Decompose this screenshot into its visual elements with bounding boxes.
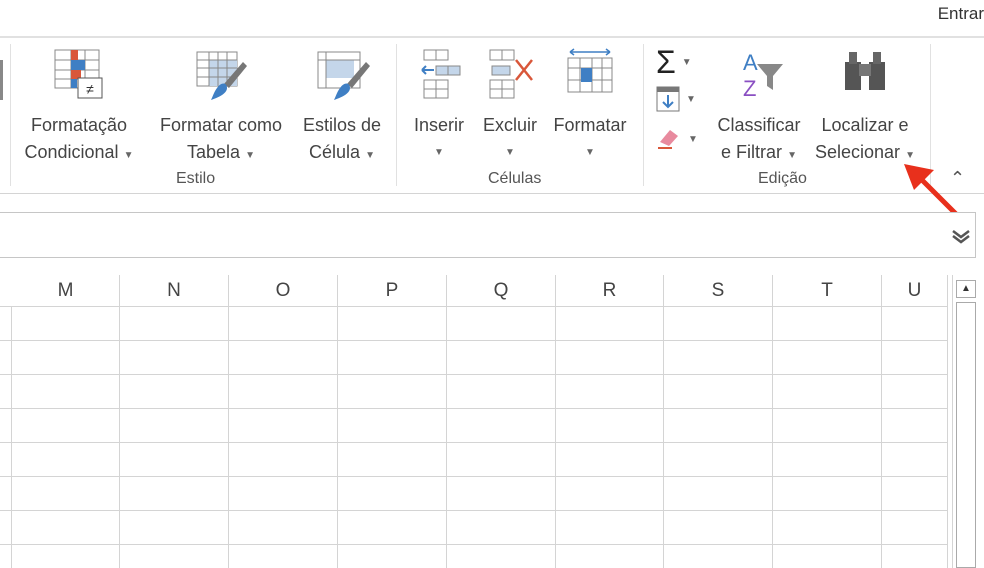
column-header-o[interactable]: O bbox=[229, 275, 338, 307]
group-separator bbox=[10, 44, 11, 186]
clear-button[interactable]: ▼ bbox=[656, 128, 698, 150]
svg-text:A: A bbox=[743, 50, 758, 75]
dropdown-caret-icon: ▼ bbox=[681, 57, 692, 68]
format-cells-icon bbox=[567, 48, 613, 93]
grid-column-line bbox=[11, 306, 12, 568]
insert-cells-icon bbox=[421, 49, 461, 99]
insert-cells-button[interactable]: Inserir ▼ bbox=[406, 48, 472, 166]
grid-row-line bbox=[0, 306, 948, 307]
button-label: e Filtrar bbox=[721, 142, 783, 162]
fill-button[interactable]: ▼ bbox=[656, 86, 696, 112]
expand-formula-bar-icon[interactable] bbox=[950, 228, 972, 244]
conditional-formatting-button[interactable]: ≠ Formatação Condicional ▼ bbox=[16, 48, 142, 169]
button-label: Inserir bbox=[413, 115, 464, 135]
find-select-icon bbox=[845, 52, 885, 90]
column-header-m[interactable]: M bbox=[12, 275, 120, 307]
format-as-table-button[interactable]: Formatar como Tabela ▼ bbox=[150, 48, 292, 169]
column-header-s[interactable]: S bbox=[664, 275, 773, 307]
column-header-p[interactable]: P bbox=[338, 275, 447, 307]
grid-row-line bbox=[0, 408, 948, 409]
clear-icon bbox=[658, 130, 678, 149]
cell-styles-button[interactable]: Estilos de Célula ▼ bbox=[296, 48, 388, 169]
grid-column-line bbox=[772, 306, 773, 568]
delete-cells-icon bbox=[489, 49, 533, 99]
dropdown-caret-icon: ▼ bbox=[585, 147, 595, 158]
dropdown-caret-icon: ▼ bbox=[505, 147, 515, 158]
button-label: Estilos de bbox=[302, 115, 382, 135]
button-label: Classificar bbox=[717, 115, 801, 135]
button-label: Condicional bbox=[24, 142, 119, 162]
button-label: Tabela bbox=[187, 142, 241, 162]
group-label-edicao: Edição bbox=[758, 170, 807, 187]
scrollbar-thumb[interactable] bbox=[956, 302, 976, 568]
grid-row-line bbox=[0, 476, 948, 477]
dropdown-caret-icon: ▼ bbox=[688, 133, 698, 145]
grid-column-line bbox=[337, 306, 338, 568]
column-header-n[interactable]: N bbox=[120, 275, 229, 307]
column-header-t[interactable]: T bbox=[773, 275, 882, 307]
group-separator bbox=[643, 44, 644, 186]
format-cells-button[interactable]: Formatar ▼ bbox=[546, 48, 634, 166]
sort-filter-button[interactable]: AZ Classificar e Filtrar ▼ bbox=[710, 48, 808, 169]
autosum-icon: Σ bbox=[656, 44, 676, 80]
cell-styles-icon bbox=[317, 51, 370, 100]
grid-row-line bbox=[0, 374, 948, 375]
dropdown-caret-icon: ▼ bbox=[365, 150, 375, 161]
group-label-estilo: Estilo bbox=[176, 170, 216, 187]
grid-column-line bbox=[446, 306, 447, 568]
dropdown-caret-icon: ▼ bbox=[686, 93, 696, 105]
autosum-button[interactable]: Σ ▼ bbox=[656, 44, 692, 81]
fill-icon bbox=[656, 86, 680, 112]
cell-grid[interactable] bbox=[0, 306, 948, 568]
dropdown-caret-icon: ▼ bbox=[434, 147, 444, 158]
button-label: Formatar bbox=[553, 115, 627, 135]
dropdown-caret-icon: ▼ bbox=[245, 150, 255, 161]
sign-in-link[interactable]: Entrar bbox=[938, 4, 984, 24]
button-label: Excluir bbox=[482, 115, 537, 135]
button-label: Formatação bbox=[30, 115, 128, 135]
sort-filter-icon: AZ bbox=[743, 50, 783, 101]
formula-bar-input[interactable] bbox=[0, 212, 976, 258]
grid-column-line bbox=[228, 306, 229, 568]
group-separator bbox=[396, 44, 397, 186]
button-label: Formatar como bbox=[159, 115, 283, 135]
scroll-up-icon[interactable]: ▲ bbox=[956, 280, 976, 298]
button-label: Localizar e bbox=[821, 115, 909, 135]
delete-cells-button[interactable]: Excluir ▼ bbox=[478, 48, 542, 166]
grid-column-line bbox=[881, 306, 882, 568]
grid-column-line bbox=[663, 306, 664, 568]
dropdown-caret-icon: ▼ bbox=[123, 150, 134, 161]
column-header-r[interactable]: R bbox=[556, 275, 664, 307]
button-label: Célula bbox=[309, 142, 361, 162]
group-label-celulas: Células bbox=[488, 170, 542, 187]
button-label: Selecionar bbox=[815, 142, 901, 162]
column-header-q[interactable]: Q bbox=[447, 275, 556, 307]
svg-text:≠: ≠ bbox=[86, 81, 94, 97]
find-select-button[interactable]: Localizar e Selecionar ▼ bbox=[810, 48, 920, 169]
column-header-u[interactable]: U bbox=[882, 275, 948, 307]
format-as-table-icon bbox=[196, 51, 247, 100]
grid-row-line bbox=[0, 544, 948, 545]
conditional-formatting-icon: ≠ bbox=[54, 49, 103, 99]
grid-column-line bbox=[555, 306, 556, 568]
grid-row-line bbox=[0, 510, 948, 511]
dropdown-caret-icon: ▼ bbox=[787, 150, 797, 161]
grid-column-line bbox=[119, 306, 120, 568]
grid-row-line bbox=[0, 442, 948, 443]
grid-column-line bbox=[947, 306, 948, 568]
prev-group-edge bbox=[0, 60, 3, 100]
svg-text:Z: Z bbox=[743, 76, 756, 101]
grid-row-line bbox=[0, 340, 948, 341]
